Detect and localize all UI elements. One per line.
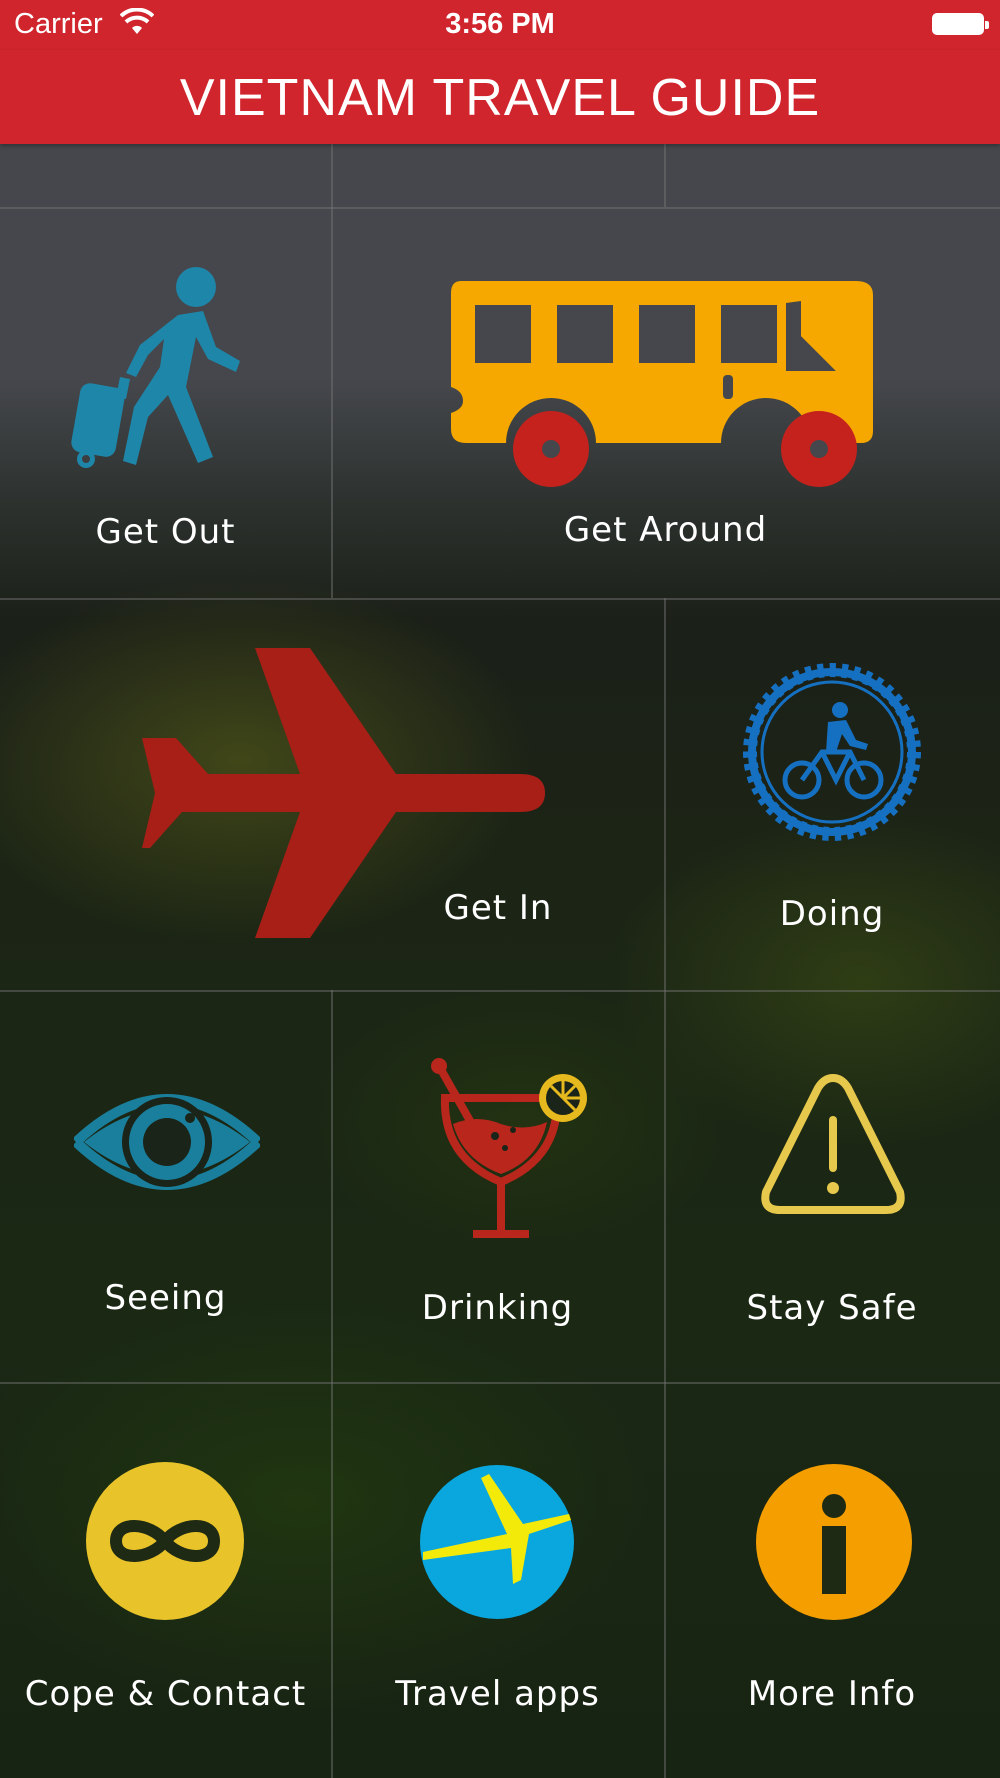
tile-label: Get Around [563,510,768,550]
tile-drinking[interactable]: Drinking [331,990,664,1382]
status-bar: Carrier 3:56 PM [0,0,1000,50]
bus-icon [451,281,873,487]
expedia-plane-icon [420,1465,574,1619]
cycling-gear-icon [743,663,921,841]
infinity-icon [86,1462,244,1620]
page-title: VIETNAM TRAVEL GUIDE [179,69,821,127]
tile-label: Drinking [421,1288,574,1328]
eye-icon [74,1094,260,1190]
tile-label: Travel apps [395,1674,600,1714]
info-icon [756,1464,912,1620]
grid-divider [331,144,333,207]
battery-icon [932,13,989,35]
tile-label: Seeing [104,1278,227,1318]
tile-seeing[interactable]: Seeing [0,990,331,1382]
tile-doing[interactable]: Doing [664,598,1000,990]
warning-icon [761,1074,905,1214]
tile-label: Doing [779,894,885,934]
tile-label: Stay Safe [746,1288,918,1328]
tile-get-around[interactable]: Get Around [331,207,1000,598]
walking-traveler-icon [71,267,240,468]
tile-stay-safe[interactable]: Stay Safe [664,990,1000,1382]
cocktail-icon [431,1058,587,1238]
tile-get-out[interactable]: Get Out [0,207,331,598]
tile-label: More Info [747,1674,917,1714]
tile-travel-apps[interactable]: Travel apps [331,1382,664,1778]
header-bar: VIETNAM TRAVEL GUIDE [0,50,1000,144]
grid-divider [664,144,666,207]
tile-label: Get Out [95,512,236,552]
tile-more-info[interactable]: More Info [664,1382,1000,1778]
tile-label: Cope & Contact [24,1674,307,1714]
tile-cope-contact[interactable]: Cope & Contact [0,1382,331,1778]
tile-get-in[interactable]: Get In [0,598,664,990]
tile-label: Get In [443,888,553,928]
clock: 3:56 PM [445,8,555,40]
